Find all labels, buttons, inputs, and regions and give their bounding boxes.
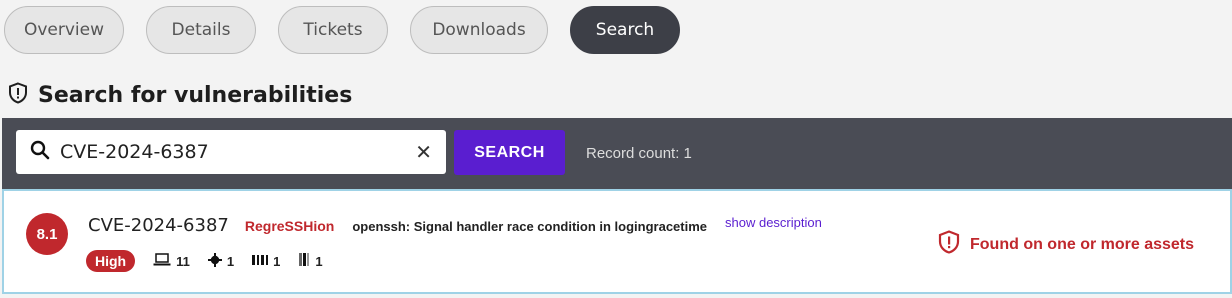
tab-search[interactable]: Search bbox=[570, 6, 680, 54]
vuln-description: openssh: Signal handler race condition i… bbox=[352, 219, 708, 234]
found-status: Found on one or more assets bbox=[938, 230, 1194, 259]
search-button[interactable]: SEARCH bbox=[454, 130, 565, 175]
found-text: Found on one or more assets bbox=[970, 235, 1195, 253]
server-icon bbox=[298, 253, 310, 269]
show-description-link[interactable]: show description bbox=[725, 215, 822, 230]
gear-count: 1 bbox=[226, 253, 235, 269]
laptop-count: 11 bbox=[176, 253, 190, 269]
tab-tickets[interactable]: Tickets bbox=[278, 6, 388, 54]
record-count: Record count: 1 bbox=[586, 145, 692, 162]
shield-alert-icon bbox=[938, 230, 960, 259]
search-box: ✕ bbox=[16, 130, 446, 174]
tab-details[interactable]: Details bbox=[146, 6, 256, 54]
page-title: Search for vulnerabilities bbox=[38, 83, 353, 108]
cvss-score-badge: 8.1 bbox=[26, 213, 68, 255]
stat-servers: 1 bbox=[298, 253, 323, 269]
barcode-icon bbox=[252, 254, 269, 269]
stat-laptops: 11 bbox=[153, 253, 190, 269]
laptop-icon bbox=[153, 253, 171, 269]
gear-icon bbox=[207, 252, 222, 270]
tab-downloads[interactable]: Downloads bbox=[410, 6, 548, 54]
barcode-count: 1 bbox=[273, 253, 281, 269]
cve-id: CVE-2024-6387 bbox=[88, 215, 229, 236]
server-count: 1 bbox=[315, 253, 323, 269]
shield-alert-icon bbox=[8, 82, 28, 109]
section-heading: Search for vulnerabilities bbox=[8, 82, 352, 109]
result-card[interactable]: 8.1 CVE-2024-6387 RegreSSHion openssh: S… bbox=[2, 189, 1232, 294]
severity-badge: High bbox=[86, 250, 136, 272]
clear-icon[interactable]: ✕ bbox=[415, 140, 432, 165]
stat-barcodes: 1 bbox=[252, 254, 280, 269]
vuln-nickname: RegreSSHion bbox=[244, 218, 335, 234]
search-input[interactable] bbox=[60, 141, 400, 163]
tab-overview[interactable]: Overview bbox=[4, 6, 124, 54]
search-bar: ✕ SEARCH Record count: 1 bbox=[2, 118, 1232, 189]
search-icon bbox=[30, 140, 50, 165]
tab-bar: Overview Details Tickets Downloads Searc… bbox=[4, 6, 680, 54]
stat-gears: 1 bbox=[207, 252, 235, 270]
